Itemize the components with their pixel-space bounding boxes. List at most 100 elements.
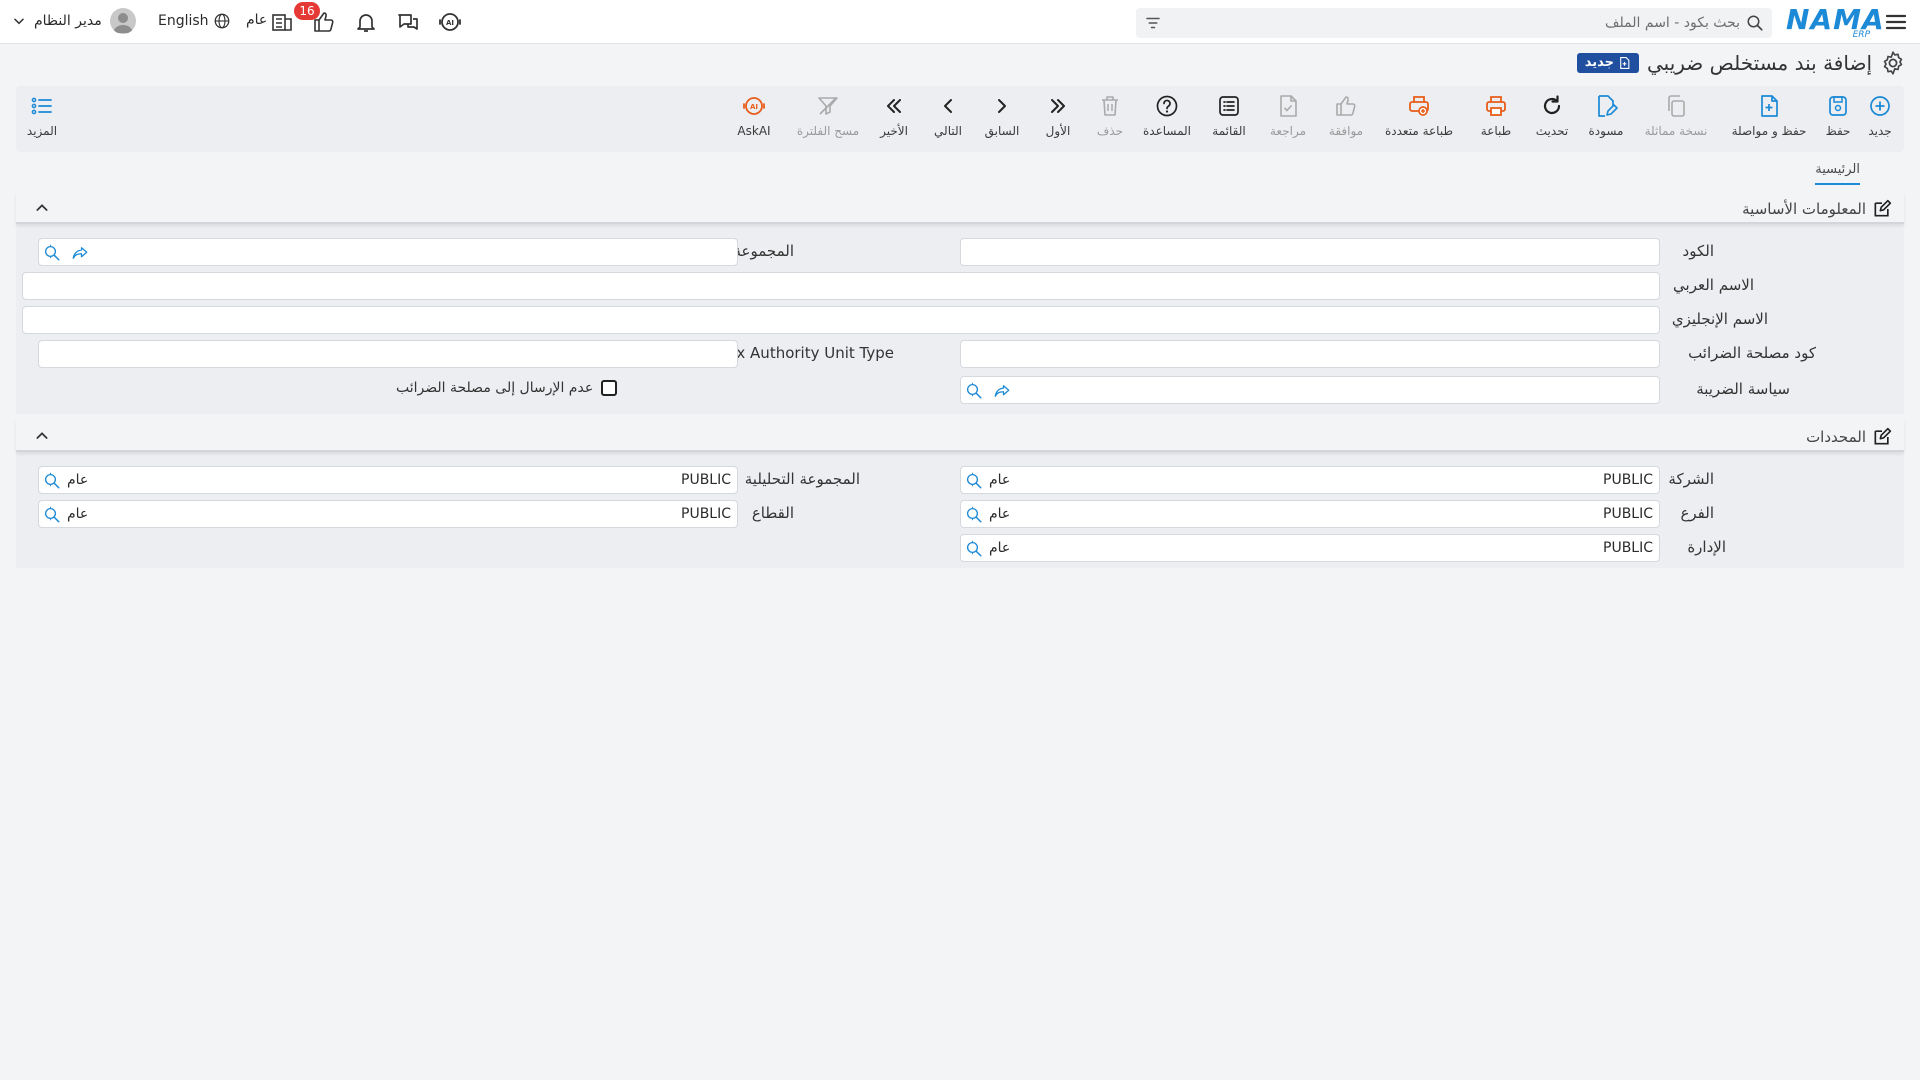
help-button[interactable]: المساعدة bbox=[1138, 94, 1196, 150]
thumbs-up-icon bbox=[1334, 94, 1358, 118]
first-record-button[interactable]: الأول bbox=[1038, 94, 1078, 150]
share-icon[interactable] bbox=[993, 382, 1011, 400]
approve-button[interactable]: موافقة bbox=[1324, 94, 1368, 150]
code-input[interactable] bbox=[961, 239, 1659, 265]
search-input[interactable] bbox=[1180, 8, 1740, 38]
arabic-name-input[interactable] bbox=[23, 273, 1659, 299]
tax-authority-code-input[interactable] bbox=[961, 341, 1659, 367]
no-send-tax-row: عدم الإرسال إلى مصلحة الضرائب bbox=[396, 380, 618, 396]
refresh-button[interactable]: تحديث bbox=[1532, 94, 1572, 150]
ai-assistant-icon[interactable]: AI bbox=[438, 10, 462, 34]
dimensions-header[interactable]: المحددات bbox=[16, 420, 1904, 452]
share-icon[interactable] bbox=[71, 244, 89, 262]
notification-count-badge: 16 bbox=[294, 2, 320, 20]
page-title-row: إضافة بند مستخلص ضريبي جديد bbox=[1576, 48, 1906, 78]
search-lookup-icon[interactable] bbox=[965, 382, 983, 400]
company-label: الشركة bbox=[1668, 470, 1714, 488]
draft-button[interactable]: مسودة bbox=[1584, 94, 1628, 150]
chevron-up-icon[interactable] bbox=[34, 428, 50, 444]
dimensions-panel: المحددات الشركة PUBLIC عام المجموعة التح… bbox=[16, 420, 1904, 568]
fiscal-year-label[interactable]: عام bbox=[246, 12, 267, 28]
gear-icon[interactable] bbox=[1880, 50, 1906, 76]
tax-authority-code-field[interactable] bbox=[960, 340, 1660, 368]
analytic-group-name: عام bbox=[67, 472, 89, 488]
company-value: PUBLIC bbox=[1603, 472, 1653, 488]
copy-icon bbox=[1664, 94, 1688, 118]
sector-value: PUBLIC bbox=[681, 506, 731, 522]
draft-icon bbox=[1594, 94, 1618, 118]
search-lookup-icon[interactable] bbox=[965, 472, 983, 490]
clear-filter-button[interactable]: مسح الفلترة bbox=[794, 94, 862, 150]
next-record-button[interactable]: التالي bbox=[926, 94, 970, 150]
multi-print-icon bbox=[1407, 94, 1431, 118]
review-icon bbox=[1276, 94, 1300, 118]
action-toolbar: جديد حفظ حفظ و مواصلة نسخة مماثلة مسودة … bbox=[16, 86, 1904, 152]
user-name: مدير النظام bbox=[34, 13, 102, 29]
top-bar: NAMA ERP AI 16 عام English مدير النظام bbox=[0, 0, 1920, 44]
list-button[interactable]: القائمة bbox=[1204, 94, 1254, 150]
save-button[interactable]: حفظ bbox=[1818, 94, 1858, 150]
english-name-field[interactable] bbox=[22, 306, 1660, 334]
tax-unit-type-field[interactable] bbox=[38, 340, 738, 368]
code-label: الكود bbox=[1682, 242, 1714, 260]
duplicate-button[interactable]: نسخة مماثلة bbox=[1640, 94, 1712, 150]
company-name: عام bbox=[989, 472, 1011, 488]
tax-unit-type-input[interactable] bbox=[39, 341, 737, 367]
filter-icon[interactable] bbox=[1144, 14, 1162, 32]
save-and-continue-button[interactable]: حفظ و مواصلة bbox=[1726, 94, 1812, 150]
file-plus-icon bbox=[1757, 94, 1781, 118]
print-icon bbox=[1484, 94, 1508, 118]
chevron-up-icon[interactable] bbox=[34, 200, 50, 216]
analytic-group-label: المجموعة التحليلية bbox=[744, 470, 860, 488]
search-lookup-icon[interactable] bbox=[43, 472, 61, 490]
user-menu[interactable]: مدير النظام bbox=[12, 8, 136, 34]
globe-icon bbox=[213, 12, 231, 30]
page-title: إضافة بند مستخلص ضريبي bbox=[1647, 51, 1872, 75]
analytic-group-field[interactable]: PUBLIC عام bbox=[38, 466, 738, 494]
group-field[interactable] bbox=[38, 238, 738, 266]
avatar bbox=[109, 8, 136, 34]
language-switcher[interactable]: English bbox=[158, 12, 231, 30]
tab-main[interactable]: الرئيسية bbox=[1815, 162, 1860, 185]
group-label: المجموعة bbox=[733, 242, 794, 260]
department-value: PUBLIC bbox=[1603, 540, 1653, 556]
delete-button[interactable]: حذف bbox=[1092, 94, 1128, 150]
arabic-name-field[interactable] bbox=[22, 272, 1660, 300]
more-icon bbox=[30, 94, 54, 118]
code-field[interactable] bbox=[960, 238, 1660, 266]
multi-print-button[interactable]: طباعة متعددة bbox=[1382, 94, 1456, 150]
no-send-tax-checkbox[interactable] bbox=[601, 380, 618, 396]
ask-ai-button[interactable]: AI AskAI bbox=[732, 94, 776, 150]
search-lookup-icon[interactable] bbox=[965, 540, 983, 558]
last-record-button[interactable]: الأخير bbox=[872, 94, 916, 150]
fiscal-year-icon[interactable] bbox=[270, 10, 294, 34]
company-field[interactable]: PUBLIC عام bbox=[960, 466, 1660, 494]
nama-logo[interactable]: NAMA ERP bbox=[1786, 6, 1884, 41]
arabic-name-label: الاسم العربي bbox=[1673, 276, 1754, 294]
first-icon bbox=[1046, 94, 1070, 118]
svg-text:AI: AI bbox=[446, 19, 454, 27]
hamburger-menu-icon[interactable] bbox=[1884, 10, 1908, 34]
search-lookup-icon[interactable] bbox=[43, 506, 61, 524]
new-button[interactable]: جديد bbox=[1860, 94, 1900, 150]
tax-policy-label: سياسة الضريبة bbox=[1696, 380, 1790, 398]
tax-unit-type-label: Tax Authority Unit Type bbox=[720, 344, 894, 362]
search-icon[interactable] bbox=[1746, 14, 1764, 32]
bell-icon[interactable] bbox=[354, 10, 378, 34]
sector-name: عام bbox=[67, 506, 89, 522]
chat-icon[interactable] bbox=[396, 10, 420, 34]
svg-text:AI: AI bbox=[750, 103, 758, 111]
list-icon bbox=[1217, 94, 1241, 118]
print-button[interactable]: طباعة bbox=[1476, 94, 1516, 150]
department-field[interactable]: PUBLIC عام bbox=[960, 534, 1660, 562]
review-button[interactable]: مراجعة bbox=[1266, 94, 1310, 150]
sector-field[interactable]: PUBLIC عام bbox=[38, 500, 738, 528]
search-lookup-icon[interactable] bbox=[965, 506, 983, 524]
tax-policy-field[interactable] bbox=[960, 376, 1660, 404]
english-name-input[interactable] bbox=[23, 307, 1659, 333]
basic-info-header[interactable]: المعلومات الأساسية bbox=[16, 192, 1904, 224]
more-button[interactable]: المزيد bbox=[22, 94, 62, 150]
branch-field[interactable]: PUBLIC عام bbox=[960, 500, 1660, 528]
search-lookup-icon[interactable] bbox=[43, 244, 61, 262]
previous-record-button[interactable]: السابق bbox=[980, 94, 1024, 150]
